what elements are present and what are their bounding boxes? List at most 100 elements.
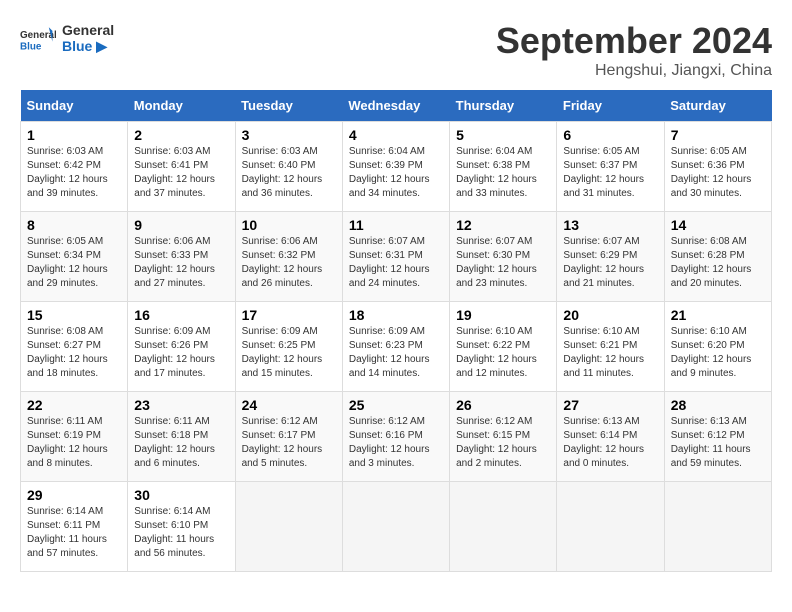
day-info: Sunrise: 6:10 AM Sunset: 6:22 PM Dayligh…: [456, 325, 550, 381]
day-number: 12: [456, 217, 550, 233]
calendar-week-2: 8 Sunrise: 6:05 AM Sunset: 6:34 PM Dayli…: [21, 212, 772, 302]
calendar-day-30: 30 Sunrise: 6:14 AM Sunset: 6:10 PM Dayl…: [128, 482, 235, 572]
calendar-day-27: 27 Sunrise: 6:13 AM Sunset: 6:14 PM Dayl…: [557, 392, 664, 482]
day-number: 9: [134, 217, 228, 233]
calendar-day-26: 26 Sunrise: 6:12 AM Sunset: 6:15 PM Dayl…: [450, 392, 557, 482]
calendar-day-16: 16 Sunrise: 6:09 AM Sunset: 6:26 PM Dayl…: [128, 302, 235, 392]
day-number: 25: [349, 397, 443, 413]
location: Hengshui, Jiangxi, China: [496, 62, 772, 80]
day-number: 13: [563, 217, 657, 233]
calendar-day-29: 29 Sunrise: 6:14 AM Sunset: 6:11 PM Dayl…: [21, 482, 128, 572]
calendar-day-2: 2 Sunrise: 6:03 AM Sunset: 6:41 PM Dayli…: [128, 122, 235, 212]
header-sunday: Sunday: [21, 90, 128, 122]
calendar-week-1: 1 Sunrise: 6:03 AM Sunset: 6:42 PM Dayli…: [21, 122, 772, 212]
calendar-day-8: 8 Sunrise: 6:05 AM Sunset: 6:34 PM Dayli…: [21, 212, 128, 302]
day-info: Sunrise: 6:07 AM Sunset: 6:31 PM Dayligh…: [349, 235, 443, 291]
calendar-day-28: 28 Sunrise: 6:13 AM Sunset: 6:12 PM Dayl…: [664, 392, 771, 482]
logo: General Blue General Blue ▶: [20, 20, 114, 56]
logo-icon: General Blue: [20, 20, 56, 56]
header-thursday: Thursday: [450, 90, 557, 122]
month-title: September 2024: [496, 20, 772, 62]
calendar-day-14: 14 Sunrise: 6:08 AM Sunset: 6:28 PM Dayl…: [664, 212, 771, 302]
calendar-day-13: 13 Sunrise: 6:07 AM Sunset: 6:29 PM Dayl…: [557, 212, 664, 302]
day-number: 27: [563, 397, 657, 413]
calendar-day-9: 9 Sunrise: 6:06 AM Sunset: 6:33 PM Dayli…: [128, 212, 235, 302]
empty-cell: [664, 482, 771, 572]
day-number: 7: [671, 127, 765, 143]
day-number: 1: [27, 127, 121, 143]
day-info: Sunrise: 6:14 AM Sunset: 6:11 PM Dayligh…: [27, 505, 121, 561]
day-info: Sunrise: 6:14 AM Sunset: 6:10 PM Dayligh…: [134, 505, 228, 561]
calendar-day-5: 5 Sunrise: 6:04 AM Sunset: 6:38 PM Dayli…: [450, 122, 557, 212]
day-info: Sunrise: 6:09 AM Sunset: 6:26 PM Dayligh…: [134, 325, 228, 381]
day-number: 30: [134, 487, 228, 503]
calendar-day-17: 17 Sunrise: 6:09 AM Sunset: 6:25 PM Dayl…: [235, 302, 342, 392]
calendar-day-1: 1 Sunrise: 6:03 AM Sunset: 6:42 PM Dayli…: [21, 122, 128, 212]
calendar-day-21: 21 Sunrise: 6:10 AM Sunset: 6:20 PM Dayl…: [664, 302, 771, 392]
day-info: Sunrise: 6:09 AM Sunset: 6:25 PM Dayligh…: [242, 325, 336, 381]
day-info: Sunrise: 6:10 AM Sunset: 6:20 PM Dayligh…: [671, 325, 765, 381]
day-number: 2: [134, 127, 228, 143]
day-info: Sunrise: 6:05 AM Sunset: 6:37 PM Dayligh…: [563, 145, 657, 201]
page-header: General Blue General Blue ▶ September 20…: [20, 20, 772, 80]
day-number: 14: [671, 217, 765, 233]
header-monday: Monday: [128, 90, 235, 122]
calendar-day-22: 22 Sunrise: 6:11 AM Sunset: 6:19 PM Dayl…: [21, 392, 128, 482]
calendar-day-11: 11 Sunrise: 6:07 AM Sunset: 6:31 PM Dayl…: [342, 212, 449, 302]
day-info: Sunrise: 6:08 AM Sunset: 6:27 PM Dayligh…: [27, 325, 121, 381]
day-info: Sunrise: 6:05 AM Sunset: 6:34 PM Dayligh…: [27, 235, 121, 291]
day-info: Sunrise: 6:12 AM Sunset: 6:17 PM Dayligh…: [242, 415, 336, 471]
calendar-day-12: 12 Sunrise: 6:07 AM Sunset: 6:30 PM Dayl…: [450, 212, 557, 302]
calendar-day-6: 6 Sunrise: 6:05 AM Sunset: 6:37 PM Dayli…: [557, 122, 664, 212]
day-number: 3: [242, 127, 336, 143]
day-info: Sunrise: 6:08 AM Sunset: 6:28 PM Dayligh…: [671, 235, 765, 291]
day-info: Sunrise: 6:06 AM Sunset: 6:33 PM Dayligh…: [134, 235, 228, 291]
day-number: 4: [349, 127, 443, 143]
calendar-week-5: 29 Sunrise: 6:14 AM Sunset: 6:11 PM Dayl…: [21, 482, 772, 572]
calendar-day-3: 3 Sunrise: 6:03 AM Sunset: 6:40 PM Dayli…: [235, 122, 342, 212]
day-info: Sunrise: 6:07 AM Sunset: 6:30 PM Dayligh…: [456, 235, 550, 291]
day-number: 11: [349, 217, 443, 233]
day-number: 20: [563, 307, 657, 323]
day-number: 6: [563, 127, 657, 143]
day-info: Sunrise: 6:03 AM Sunset: 6:41 PM Dayligh…: [134, 145, 228, 201]
calendar-day-4: 4 Sunrise: 6:04 AM Sunset: 6:39 PM Dayli…: [342, 122, 449, 212]
day-info: Sunrise: 6:11 AM Sunset: 6:19 PM Dayligh…: [27, 415, 121, 471]
day-info: Sunrise: 6:03 AM Sunset: 6:42 PM Dayligh…: [27, 145, 121, 201]
calendar-week-3: 15 Sunrise: 6:08 AM Sunset: 6:27 PM Dayl…: [21, 302, 772, 392]
day-number: 19: [456, 307, 550, 323]
header-saturday: Saturday: [664, 90, 771, 122]
calendar-week-4: 22 Sunrise: 6:11 AM Sunset: 6:19 PM Dayl…: [21, 392, 772, 482]
calendar-day-10: 10 Sunrise: 6:06 AM Sunset: 6:32 PM Dayl…: [235, 212, 342, 302]
calendar-body: 1 Sunrise: 6:03 AM Sunset: 6:42 PM Dayli…: [21, 122, 772, 572]
day-number: 5: [456, 127, 550, 143]
day-number: 15: [27, 307, 121, 323]
day-number: 16: [134, 307, 228, 323]
calendar-day-24: 24 Sunrise: 6:12 AM Sunset: 6:17 PM Dayl…: [235, 392, 342, 482]
day-info: Sunrise: 6:06 AM Sunset: 6:32 PM Dayligh…: [242, 235, 336, 291]
header-wednesday: Wednesday: [342, 90, 449, 122]
day-number: 18: [349, 307, 443, 323]
day-info: Sunrise: 6:13 AM Sunset: 6:14 PM Dayligh…: [563, 415, 657, 471]
empty-cell: [557, 482, 664, 572]
empty-cell: [342, 482, 449, 572]
calendar-day-23: 23 Sunrise: 6:11 AM Sunset: 6:18 PM Dayl…: [128, 392, 235, 482]
day-info: Sunrise: 6:09 AM Sunset: 6:23 PM Dayligh…: [349, 325, 443, 381]
calendar-day-19: 19 Sunrise: 6:10 AM Sunset: 6:22 PM Dayl…: [450, 302, 557, 392]
logo-blue: Blue ▶: [62, 38, 114, 55]
calendar-day-7: 7 Sunrise: 6:05 AM Sunset: 6:36 PM Dayli…: [664, 122, 771, 212]
day-info: Sunrise: 6:05 AM Sunset: 6:36 PM Dayligh…: [671, 145, 765, 201]
empty-cell: [235, 482, 342, 572]
day-number: 24: [242, 397, 336, 413]
day-number: 21: [671, 307, 765, 323]
svg-text:Blue: Blue: [20, 42, 42, 53]
day-info: Sunrise: 6:12 AM Sunset: 6:15 PM Dayligh…: [456, 415, 550, 471]
calendar-day-18: 18 Sunrise: 6:09 AM Sunset: 6:23 PM Dayl…: [342, 302, 449, 392]
day-info: Sunrise: 6:11 AM Sunset: 6:18 PM Dayligh…: [134, 415, 228, 471]
day-info: Sunrise: 6:13 AM Sunset: 6:12 PM Dayligh…: [671, 415, 765, 471]
day-number: 23: [134, 397, 228, 413]
day-number: 17: [242, 307, 336, 323]
day-info: Sunrise: 6:10 AM Sunset: 6:21 PM Dayligh…: [563, 325, 657, 381]
day-info: Sunrise: 6:12 AM Sunset: 6:16 PM Dayligh…: [349, 415, 443, 471]
day-info: Sunrise: 6:04 AM Sunset: 6:39 PM Dayligh…: [349, 145, 443, 201]
